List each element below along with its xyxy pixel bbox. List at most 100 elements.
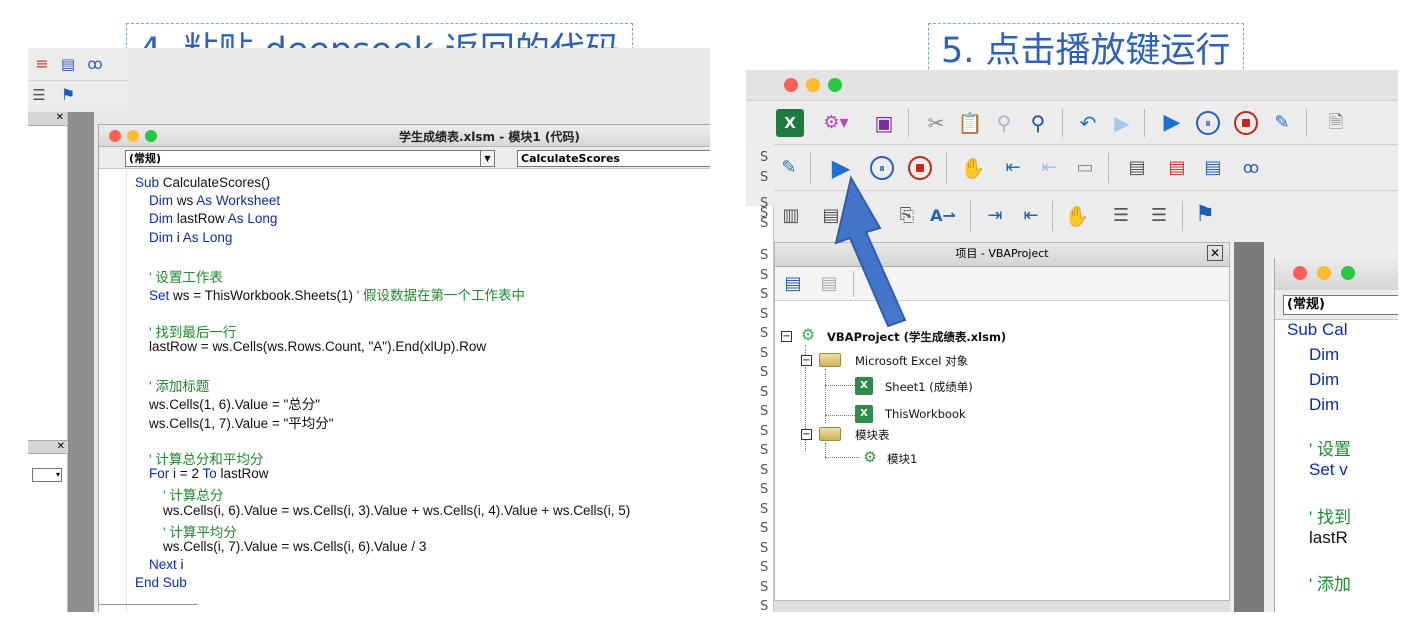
column-letter: S xyxy=(760,404,769,419)
project-explorer-scrollbar[interactable] xyxy=(774,600,1230,612)
paste-icon[interactable]: 📋 xyxy=(958,111,983,135)
column-letter: S xyxy=(760,196,769,211)
immediate-icon[interactable]: ▤ xyxy=(1124,155,1150,181)
outdent-icon[interactable]: ⇤ xyxy=(1018,203,1044,229)
chevron-down-icon[interactable]: ▼ xyxy=(480,151,494,166)
glasses-icon[interactable]: ꝏ xyxy=(1238,155,1264,181)
project-pane-collapsed: ✕ ✕ ▾ xyxy=(28,112,68,612)
close-window-button[interactable] xyxy=(109,130,121,142)
worksheet-column-strip-top: S S S S xyxy=(746,144,774,242)
complete-word-icon[interactable]: A⇀ xyxy=(928,203,958,229)
excel-icon[interactable]: X xyxy=(776,109,804,137)
code-line: ' 设置工作表 xyxy=(149,270,223,285)
project-explorer-titlebar: 项目 - VBAProject ✕ xyxy=(775,243,1229,267)
left-toolbar-bottom: ☰ ⚑ xyxy=(28,80,128,110)
uncomment-block-icon[interactable]: ☰ xyxy=(1146,203,1172,229)
design-mode-icon[interactable]: ✎ xyxy=(776,155,802,181)
view-object-icon[interactable]: ▤ xyxy=(817,272,841,296)
minimize-window-button[interactable] xyxy=(1317,266,1331,280)
code-window-partial: (常规) Sub Cal Dim Dim Dim ' 设置 Set v ' 找到 lastR '… xyxy=(1274,258,1398,612)
code-line: ws.Cells(i, 6).Value = ws.Cells(i, 3).Va… xyxy=(163,502,631,518)
code-line: ' 计算总分和平均分 xyxy=(149,452,264,467)
procedure-combo[interactable]: CalculateScores xyxy=(517,150,710,167)
comment-icon[interactable]: ☰ xyxy=(30,85,48,105)
find-icon[interactable]: ⚲ xyxy=(992,111,1016,135)
undo-icon[interactable]: ↶ xyxy=(1076,111,1100,135)
object-combo[interactable]: (常规) xyxy=(1283,295,1398,315)
pause-icon[interactable]: ⏸ xyxy=(868,154,896,182)
zoom-window-button[interactable] xyxy=(1341,266,1355,280)
code-line: lastRow = ws.Cells(ws.Rows.Count, "A").E… xyxy=(149,338,487,354)
hand-icon[interactable]: ✋ xyxy=(1064,203,1090,229)
chevron-down-icon[interactable]: ▾ xyxy=(56,470,60,479)
design-mode-icon[interactable]: ✎ xyxy=(1270,111,1294,135)
workspace-background xyxy=(68,112,94,612)
project-explorer-icon[interactable]: 🗎 xyxy=(1324,111,1348,135)
close-icon[interactable]: ✕ xyxy=(56,112,64,123)
debug-toolbar: ✎ ▶ ⏸ ✋ ⇤ ⇤ ▭ ▤ ▤ ▤ ꝏ xyxy=(774,144,1398,190)
tree-item-sheet1[interactable]: Sheet1 (成绩单) xyxy=(885,379,973,395)
code-line: Dim ws As Worksheet xyxy=(149,193,281,209)
column-letter: S xyxy=(760,216,769,231)
watch-icon[interactable]: ▤ xyxy=(1164,155,1190,181)
worksheet-icon: X xyxy=(855,377,873,395)
close-icon[interactable]: ✕ xyxy=(57,441,65,452)
object-combo[interactable]: (常规) ▼ xyxy=(125,150,495,167)
indent-icon[interactable]: ⇥ xyxy=(982,203,1008,229)
column-letter: S xyxy=(760,326,769,341)
close-icon[interactable]: ✕ xyxy=(1207,245,1223,261)
code-line: lastR xyxy=(1309,528,1348,547)
code-line: Dim xyxy=(1309,395,1340,414)
code-editor[interactable]: Sub CalculateScores() Dim ws As Worksheet… xyxy=(99,171,710,612)
glasses-icon[interactable]: ꝏ xyxy=(84,54,106,74)
step-into-icon[interactable]: ⇤ xyxy=(1000,155,1026,181)
flag-icon[interactable]: ⚑ xyxy=(1192,201,1218,229)
watch-icon[interactable]: ▤ xyxy=(58,54,78,74)
cut-icon[interactable]: ✂ xyxy=(924,111,948,135)
expand-icon[interactable]: − xyxy=(801,429,812,440)
save-icon[interactable]: ▣ xyxy=(872,111,896,135)
comment-block-icon[interactable]: ☰ xyxy=(1108,203,1134,229)
column-letter: S xyxy=(760,287,769,302)
view-code-icon[interactable]: ▤ xyxy=(781,272,805,296)
code-line: ' 计算总分 xyxy=(163,488,224,504)
close-window-button[interactable] xyxy=(784,78,798,92)
redo-icon[interactable]: ▶ xyxy=(1110,111,1134,135)
close-window-button[interactable] xyxy=(1293,266,1307,280)
step-over-icon[interactable]: ⇤ xyxy=(1036,155,1062,181)
stop-icon[interactable] xyxy=(1232,109,1260,137)
hand-icon[interactable]: ✋ xyxy=(960,155,986,181)
tree-folder-modules[interactable]: 模块表 xyxy=(855,427,890,443)
expand-icon[interactable]: − xyxy=(781,331,792,342)
minimize-window-button[interactable] xyxy=(806,78,820,92)
insert-object-icon[interactable]: ⚙▾ xyxy=(818,111,854,135)
list-constants-icon[interactable]: ▤ xyxy=(818,203,844,229)
code-editor[interactable]: Sub Cal Dim Dim Dim ' 设置 Set v ' 找到 lastR ' 添加 xyxy=(1275,320,1398,612)
flag-icon[interactable]: ⚑ xyxy=(58,85,78,105)
left-screenshot: ≡ ▤ ꝏ ☰ ⚑ ✕ ✕ ▾ 学生成绩表.xlsm - 模块1 (代码) (常… xyxy=(28,48,710,612)
tree-item-thisworkbook[interactable]: ThisWorkbook xyxy=(885,407,966,421)
column-letter: S xyxy=(760,443,769,458)
locals-icon[interactable]: ▭ xyxy=(1072,155,1098,181)
tree-folder-excel-objects[interactable]: Microsoft Excel 对象 xyxy=(855,353,968,369)
replace-icon[interactable]: ⚲ xyxy=(1026,111,1050,135)
indent-icon[interactable]: ≡ xyxy=(32,54,52,74)
quick-info-icon[interactable]: ⎘ xyxy=(894,203,920,229)
zoom-window-button[interactable] xyxy=(828,78,842,92)
zoom-window-button[interactable] xyxy=(145,130,157,142)
code-window-title: 学生成绩表.xlsm - 模块1 (代码) xyxy=(399,130,580,144)
tree-root[interactable]: VBAProject (学生成绩表.xlsm) xyxy=(827,329,1006,345)
stop-icon[interactable] xyxy=(906,154,934,182)
run-icon[interactable]: ▶ xyxy=(828,155,854,181)
code-line: Sub Cal xyxy=(1287,320,1348,339)
tree-item-module1[interactable]: 模块1 xyxy=(887,451,917,467)
expand-icon[interactable]: − xyxy=(801,355,812,366)
code-line: Set v xyxy=(1309,460,1348,479)
properties-icon[interactable]: ▥ xyxy=(778,203,804,229)
code-line: ' 添加 xyxy=(1309,575,1351,594)
minimize-window-button[interactable] xyxy=(127,130,139,142)
column-letter: S xyxy=(760,540,769,556)
run-icon[interactable]: ▶ xyxy=(1160,111,1184,135)
callstack-icon[interactable]: ▤ xyxy=(1200,155,1226,181)
pause-icon[interactable]: ⏸ xyxy=(1194,109,1222,137)
